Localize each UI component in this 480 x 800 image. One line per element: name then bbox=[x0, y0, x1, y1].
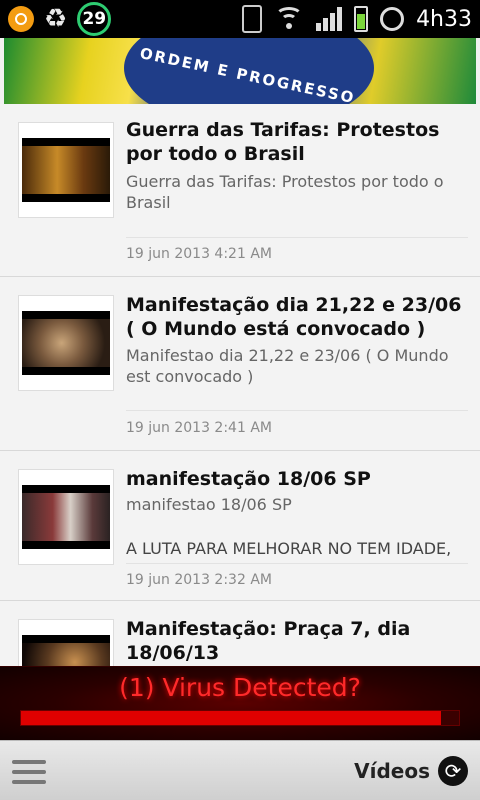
item-description: Guerra das Tarifas: Protestos por todo o… bbox=[126, 172, 444, 212]
vibrate-icon bbox=[242, 5, 263, 33]
header-banner: ORDEM E PROGRESSO bbox=[4, 38, 476, 104]
item-title[interactable]: Guerra das Tarifas: Protestos por todo o… bbox=[126, 118, 468, 166]
list-item[interactable]: Guerra das Tarifas: Protestos por todo o… bbox=[0, 104, 480, 277]
video-thumbnail[interactable] bbox=[18, 122, 114, 218]
battery-icon bbox=[354, 6, 369, 32]
refresh-icon[interactable]: ⟳ bbox=[438, 756, 468, 786]
list-item[interactable]: Manifestação: Praça 7, dia 18/06/13 bbox=[0, 601, 480, 666]
item-description: Manifestao dia 21,22 e 23/06 ( O Mundo e… bbox=[126, 346, 449, 386]
divider bbox=[126, 237, 468, 238]
wifi-icon bbox=[274, 7, 304, 31]
video-thumbnail[interactable] bbox=[18, 619, 114, 666]
item-extra-text: A LUTA PARA MELHORAR NO TEM IDADE, bbox=[126, 539, 452, 558]
clock: 4h33 bbox=[416, 6, 472, 32]
section-title: Vídeos bbox=[354, 759, 430, 783]
ad-progress-bar bbox=[20, 710, 460, 726]
item-title[interactable]: Manifestação dia 21,22 e 23/06 ( O Mundo… bbox=[126, 293, 468, 341]
item-date: 19 jun 2013 2:41 AM bbox=[126, 420, 272, 436]
divider bbox=[126, 563, 468, 564]
list-item[interactable]: Manifestação dia 21,22 e 23/06 ( O Mundo… bbox=[0, 277, 480, 451]
alarm-icon bbox=[380, 7, 405, 31]
item-title[interactable]: Manifestação: Praça 7, dia 18/06/13 bbox=[126, 617, 468, 665]
signal-icon bbox=[316, 7, 343, 31]
menu-icon[interactable] bbox=[12, 760, 46, 784]
ad-headline[interactable]: (1) Virus Detected? bbox=[0, 673, 480, 702]
battery-saver-badge-icon: 29 bbox=[77, 2, 112, 36]
video-thumbnail[interactable] bbox=[18, 295, 114, 391]
item-description: manifestao 18/06 SP bbox=[126, 495, 292, 514]
recycle-icon: ♻ bbox=[44, 4, 68, 34]
video-thumbnail[interactable] bbox=[18, 469, 114, 565]
video-feed[interactable]: Guerra das Tarifas: Protestos por todo o… bbox=[0, 104, 480, 666]
item-date: 19 jun 2013 4:21 AM bbox=[126, 246, 272, 262]
item-date: 19 jun 2013 2:32 AM bbox=[126, 572, 272, 588]
list-item[interactable]: manifestação 18/06 SP manifestao 18/06 S… bbox=[0, 451, 480, 601]
bottom-action-bar: Vídeos ⟳ bbox=[0, 740, 480, 800]
status-bar: ♻ 29 4h33 bbox=[0, 0, 480, 38]
orange-app-icon bbox=[8, 6, 34, 32]
ad-progress-fill bbox=[21, 711, 442, 725]
ad-banner[interactable]: (1) Virus Detected? bbox=[0, 666, 480, 740]
divider bbox=[126, 410, 468, 411]
item-title[interactable]: manifestação 18/06 SP bbox=[126, 467, 468, 491]
